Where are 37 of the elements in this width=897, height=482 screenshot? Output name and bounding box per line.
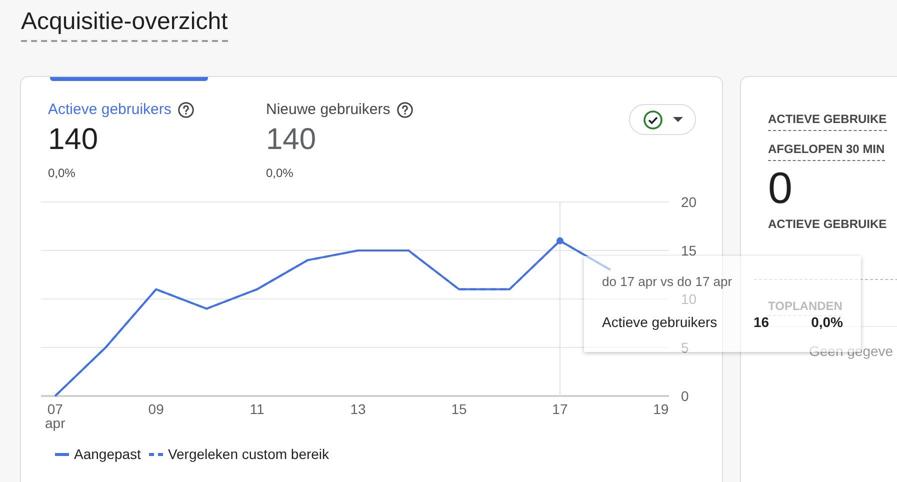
check-circle-icon xyxy=(642,110,662,130)
metric-value: 140 xyxy=(48,122,100,158)
tooltip-value: 16 xyxy=(754,312,770,332)
tooltip-title: do 17 apr vs do 17 apr xyxy=(602,273,734,291)
axis-tick-label: 15 xyxy=(451,400,467,416)
metric-change: 0,0% xyxy=(48,164,76,182)
tooltip-label: Actieve gebruikers xyxy=(602,312,718,332)
realtime-caption: ACTIEVE GEBRUIKE xyxy=(768,216,888,233)
realtime-value: 0 xyxy=(768,167,794,211)
axis-tick-label: 13 xyxy=(350,400,366,416)
axis-tick-label: 07 apr xyxy=(45,400,66,430)
axis-tick-label: 20 xyxy=(681,194,697,210)
axis-tick-label: 15 xyxy=(681,242,697,258)
axis-tick-label: 5 xyxy=(681,339,689,355)
caret-icon xyxy=(672,117,682,122)
empty-message: Geen gegeve xyxy=(809,342,894,361)
axis-tick-label: 19 xyxy=(653,400,669,416)
axis-tick-label: 11 xyxy=(250,400,264,416)
legend-label: Aangepast xyxy=(74,444,141,464)
axis-tick-label: 10 xyxy=(681,290,697,306)
axis-tick-label: 09 xyxy=(148,400,164,416)
section-title: TOPLANDEN xyxy=(768,297,842,316)
help-icon[interactable] xyxy=(396,101,414,120)
metric-tab[interactable]: Nieuwe gebruikers xyxy=(266,99,390,122)
help-icon[interactable] xyxy=(177,101,196,120)
card-title: ACTIEVE GEBRUIKE xyxy=(768,110,887,131)
page-title: Acquisitie-overzicht xyxy=(21,6,228,42)
card-title: AFGELOPEN 30 MIN xyxy=(768,140,885,161)
legend-label: Vergeleken custom bereik xyxy=(168,444,330,464)
line-icon xyxy=(55,452,69,456)
dashed-line-icon xyxy=(148,452,163,456)
metric-change: 0,0% xyxy=(266,164,294,182)
metric-value: 140 xyxy=(266,122,318,158)
compare-dropdown[interactable] xyxy=(629,104,696,135)
axis-tick-label: 17 xyxy=(552,400,568,416)
metric-tab[interactable]: Actieve gebruikers xyxy=(48,99,172,122)
axis-tick-label: 0 xyxy=(681,388,689,404)
